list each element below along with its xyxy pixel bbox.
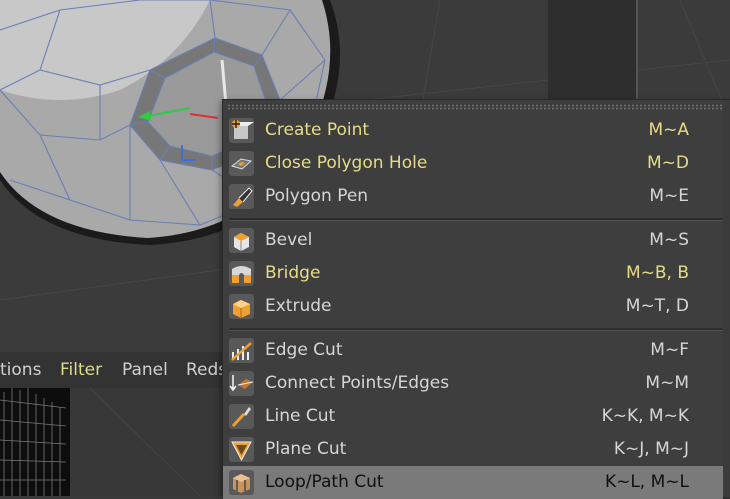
menu-item-shortcut: M~F [650,340,689,360]
menu-item-polygon-pen[interactable]: Polygon Pen M~E [223,180,723,213]
menu-item-label: Bevel [265,230,313,250]
loop-path-cut-icon [229,470,254,495]
menu-item-close-polygon-hole[interactable]: Close Polygon Hole M~D [223,147,723,180]
menu-item-connect-points-edges[interactable]: Connect Points/Edges M~M [223,367,723,400]
menu-item-label: Plane Cut [265,439,347,459]
menu-item-label: Extrude [265,296,332,316]
menu-item-line-cut[interactable]: Line Cut K~K, M~K [223,400,723,433]
connect-points-edges-icon [229,371,254,396]
menu-item-label: Create Point [265,120,370,140]
menu-redshift[interactable]: Reds [186,360,227,380]
menu-panel[interactable]: Panel [122,360,168,380]
extrude-icon [229,294,254,319]
menu-item-shortcut: M~E [649,186,689,206]
menu-item-label: Polygon Pen [265,186,369,206]
plane-cut-icon [229,437,254,462]
menu-separator [229,218,723,221]
menu-item-shortcut: K~K, M~K [601,406,689,426]
menu-item-extrude[interactable]: Extrude M~T, D [223,290,723,323]
menu-item-shortcut: M~B, B [625,263,689,283]
line-cut-icon [229,404,254,429]
menu-options[interactable]: tions [0,360,41,380]
create-point-icon [229,118,254,143]
menu-item-edge-cut[interactable]: Edge Cut M~F [223,334,723,367]
menu-separator [229,328,723,331]
bevel-icon [229,228,254,253]
menu-item-plane-cut[interactable]: Plane Cut K~J, M~J [223,433,723,466]
menu-item-shortcut: M~A [648,120,689,140]
menu-scrollbar[interactable] [723,100,730,497]
menu-item-label: Connect Points/Edges [265,373,450,393]
edge-cut-icon [229,338,254,363]
menu-item-shortcut: M~M [645,373,689,393]
bridge-icon [229,261,254,286]
menu-item-label: Edge Cut [265,340,343,360]
menu-item-label: Loop/Path Cut [265,472,384,492]
menu-item-shortcut: M~S [649,230,689,250]
menu-item-shortcut: M~T, D [625,296,689,316]
menu-item-label: Close Polygon Hole [265,153,428,173]
menu-item-create-point[interactable]: Create Point M~A [223,114,723,147]
menu-item-label: Line Cut [265,406,336,426]
menu-item-shortcut: K~J, M~J [613,439,689,459]
menu-item-shortcut: M~D [646,153,689,173]
close-polygon-hole-icon [229,151,254,176]
menu-tear-off-grip[interactable] [227,104,723,110]
menu-filter[interactable]: Filter [60,360,102,380]
menu-item-shortcut: K~L, M~L [604,472,689,492]
menu-item-bridge[interactable]: Bridge M~B, B [223,257,723,290]
context-menu: Create Point M~A Close Polygon Hole M~D … [222,99,730,499]
polygon-pen-icon [229,184,254,209]
menu-item-label: Bridge [265,263,321,283]
menu-item-bevel[interactable]: Bevel M~S [223,224,723,257]
menu-item-loop-path-cut[interactable]: Loop/Path Cut K~L, M~L [223,466,723,499]
